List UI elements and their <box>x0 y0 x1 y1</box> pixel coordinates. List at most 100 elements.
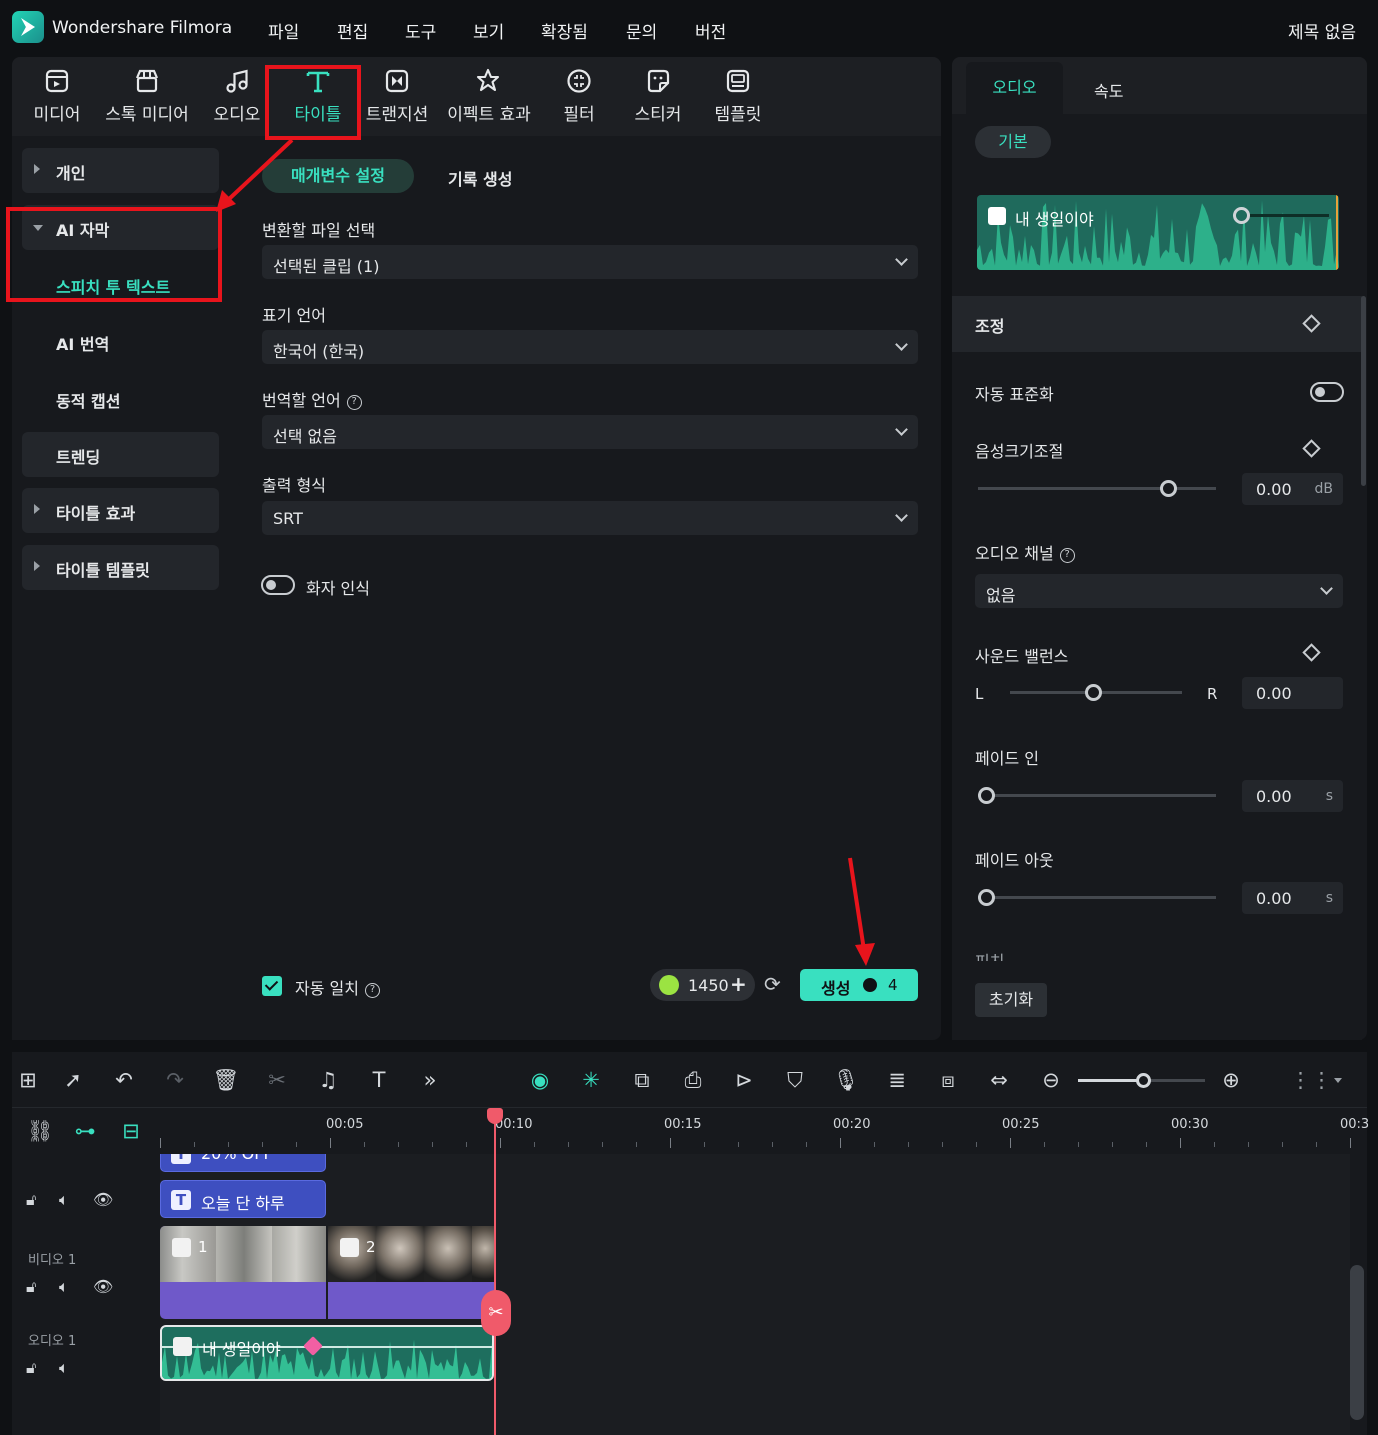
snap-magnet-icon[interactable]: ✳ <box>577 1066 605 1094</box>
preview-volume-knob[interactable] <box>1233 207 1250 224</box>
output-format-dropdown[interactable]: SRT <box>262 501 918 535</box>
camera-record-icon[interactable]: ⎙ <box>679 1066 707 1094</box>
fit-width-icon[interactable]: ⇔ <box>985 1066 1013 1094</box>
eye-visibility-icon[interactable]: 👁︎ <box>93 1190 113 1209</box>
lock-icon[interactable]: 🔓︎ <box>26 1190 36 1210</box>
menu-tools[interactable]: 도구 <box>405 18 436 43</box>
speaker-icon[interactable]: 🔈︎ <box>59 1190 69 1210</box>
reset-button[interactable]: 초기화 <box>975 983 1047 1017</box>
split-scissors-icon[interactable]: ✂ <box>481 1290 511 1336</box>
video-clip-2[interactable]: 2 <box>328 1226 494 1319</box>
zoom-out-icon[interactable]: ⊖ <box>1037 1066 1065 1094</box>
add-track-icon[interactable]: ⊟ <box>117 1117 145 1145</box>
tab-media[interactable]: 미디어 <box>12 64 102 130</box>
file-select-label: 변환할 파일 선택 <box>262 221 376 240</box>
sidebar-item-dynamic-caption[interactable]: 동적 캡션 <box>56 388 120 412</box>
credits-badge[interactable]: 1450 + <box>650 969 755 1001</box>
menu-extensions[interactable]: 확장됨 <box>541 18 588 43</box>
balance-value-field[interactable]: 0.00 <box>1242 677 1343 709</box>
fade-out-slider-knob[interactable] <box>978 889 995 906</box>
title-clip[interactable]: T 오늘 단 하루 <box>160 1180 326 1218</box>
audio-edit-icon[interactable]: ♫ <box>314 1066 342 1094</box>
title-clip-top-wrapper[interactable]: T 20% OFF <box>160 1154 326 1172</box>
sidebar-item-title-effects[interactable]: 타이틀 효과 <box>22 488 219 533</box>
tab-transitions[interactable]: 트랜지션 <box>352 64 442 130</box>
menu-view[interactable]: 보기 <box>473 18 504 43</box>
play-render-icon[interactable]: ⊳ <box>730 1066 758 1094</box>
unlink-icon[interactable]: ⛓ <box>26 1117 54 1145</box>
eye-visibility-icon[interactable]: 👁︎ <box>93 1277 113 1296</box>
fade-in-slider-knob[interactable] <box>978 787 995 804</box>
shield-marker-icon[interactable]: ⛉ <box>781 1066 809 1094</box>
menu-file[interactable]: 파일 <box>268 18 299 43</box>
playhead-handle[interactable] <box>487 1108 503 1124</box>
fade-in-slider-track[interactable] <box>978 794 1216 797</box>
adjust-section-header[interactable] <box>952 296 1362 352</box>
video-clip-1[interactable]: 1 <box>160 1226 326 1319</box>
title-clip-top[interactable]: T 20% OFF <box>160 1154 326 1172</box>
fade-out-slider-track[interactable] <box>978 896 1216 899</box>
generate-button[interactable]: 생성 4 <box>800 969 918 1001</box>
lock-icon[interactable]: 🔓︎ <box>26 1358 36 1378</box>
audio-list-icon[interactable]: ≣ <box>883 1066 911 1094</box>
basic-pill[interactable]: 기본 <box>975 126 1051 158</box>
menu-version[interactable]: 버전 <box>695 18 726 43</box>
track-settings-icon[interactable]: ⋮⋮ <box>1290 1066 1332 1094</box>
help-icon[interactable]: ? <box>364 983 380 998</box>
layout-grid-icon[interactable]: ⊞ <box>14 1066 42 1094</box>
fade-out-value-field[interactable]: 0.00 s <box>1242 882 1343 914</box>
zoom-in-icon[interactable]: ⊕ <box>1217 1066 1245 1094</box>
tab-effects[interactable]: 이펙트 효과 <box>444 64 534 130</box>
ai-mate-icon[interactable]: ◉ <box>526 1066 554 1094</box>
tab-parameter-settings[interactable]: 매개변수 설정 <box>262 159 414 193</box>
speaker-recognition-toggle[interactable] <box>261 575 295 595</box>
tab-generation-history[interactable]: 기록 생성 <box>448 166 512 190</box>
refresh-icon[interactable]: ⟳ <box>764 972 781 996</box>
menu-help[interactable]: 문의 <box>626 18 657 43</box>
file-select-dropdown[interactable]: 선택된 클립 (1) <box>262 245 918 279</box>
delete-trash-icon[interactable]: 🗑 <box>212 1066 240 1094</box>
audio-clip[interactable]: 내 생일이야 <box>160 1325 494 1381</box>
tab-templates[interactable]: 템플릿 <box>693 64 783 130</box>
sidebar-item-ai-translate[interactable]: AI 번역 <box>56 331 109 355</box>
lock-icon[interactable]: 🔓︎ <box>26 1277 36 1297</box>
volume-slider-knob[interactable] <box>1159 480 1177 497</box>
microphone-icon[interactable]: 🎙 <box>832 1066 860 1094</box>
sidebar-item-title-templates[interactable]: 타이틀 템플릿 <box>22 545 219 590</box>
translate-language-dropdown[interactable]: 선택 없음 <box>262 415 918 449</box>
redo-icon[interactable]: ↷ <box>161 1066 189 1094</box>
playhead-line[interactable] <box>494 1114 496 1435</box>
screen-record-icon[interactable]: ⧈ <box>934 1066 962 1094</box>
tab-stickers[interactable]: 스티커 <box>613 64 703 130</box>
sidebar-item-personal[interactable]: 개인 <box>22 148 219 193</box>
undo-icon[interactable]: ↶ <box>110 1066 138 1094</box>
auto-match-checkbox[interactable] <box>262 976 282 996</box>
zoom-slider-knob[interactable] <box>1136 1073 1151 1088</box>
more-tools-chevron-icon[interactable]: » <box>416 1066 444 1094</box>
text-tool-icon[interactable]: T <box>365 1066 393 1094</box>
menu-edit[interactable]: 편집 <box>337 18 368 43</box>
auto-reframe-icon[interactable]: ⧉ <box>628 1066 656 1094</box>
link-clips-icon[interactable]: ⊶ <box>71 1117 99 1145</box>
volume-slider-track[interactable] <box>978 487 1216 490</box>
speaker-icon[interactable]: 🔈︎ <box>59 1358 69 1378</box>
speaker-icon[interactable]: 🔈︎ <box>59 1277 69 1297</box>
balance-slider-knob[interactable] <box>1085 684 1102 701</box>
sidebar-item-trending[interactable]: 트렌딩 <box>22 432 219 477</box>
help-icon[interactable]: ? <box>346 395 362 410</box>
tab-filters[interactable]: 필터 <box>534 64 624 130</box>
right-panel-scrollbar[interactable] <box>1361 296 1366 486</box>
tab-audio-properties[interactable]: 오디오 <box>966 62 1063 114</box>
scissors-cut-icon[interactable]: ✂ <box>263 1066 291 1094</box>
dropdown-caret-icon[interactable] <box>1334 1078 1342 1083</box>
tab-stock-media[interactable]: 스톡 미디어 <box>102 64 192 130</box>
fade-in-value-field[interactable]: 0.00 s <box>1242 780 1343 812</box>
audio-channel-dropdown[interactable]: 없음 <box>975 574 1343 608</box>
tab-speed[interactable]: 속도 <box>1094 78 1123 102</box>
source-language-dropdown[interactable]: 한국어 (한국) <box>262 330 918 364</box>
volume-value-field[interactable]: 0.00 dB <box>1242 473 1343 505</box>
select-pointer-icon[interactable]: ➚ <box>59 1066 87 1094</box>
timeline-vertical-scrollbar[interactable] <box>1350 1265 1364 1420</box>
help-icon[interactable]: ? <box>1059 548 1075 563</box>
auto-normalize-toggle[interactable] <box>1310 382 1344 402</box>
